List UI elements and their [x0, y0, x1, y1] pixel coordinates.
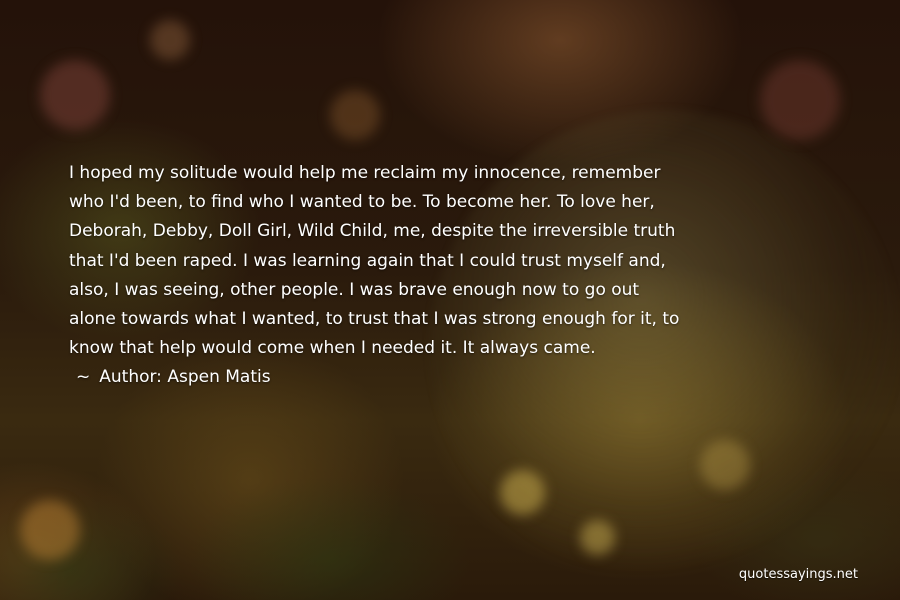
- author-attribution: ~ Author: Aspen Matis: [76, 363, 271, 392]
- bokeh-light: [150, 20, 190, 60]
- quote-card: I hoped my solitude would help me reclai…: [0, 0, 900, 600]
- bokeh-light: [40, 60, 110, 130]
- bokeh-light: [500, 470, 545, 515]
- bokeh-light: [580, 520, 615, 555]
- bokeh-light: [700, 440, 750, 490]
- quote-line: I hoped my solitude would help me reclai…: [69, 163, 661, 183]
- author-name[interactable]: Aspen Matis: [167, 367, 270, 387]
- quote-line: that I'd been raped. I was learning agai…: [69, 250, 666, 271]
- bokeh-light: [20, 500, 80, 560]
- bokeh-light: [760, 60, 840, 140]
- quote-line: alone towards what I wanted, to trust th…: [69, 309, 680, 330]
- author-tilde: ~: [76, 367, 91, 387]
- quote-line: who I'd been, to find who I wanted to be…: [69, 192, 655, 213]
- author-prefix: Author:: [99, 367, 162, 387]
- bokeh-light: [330, 90, 380, 140]
- quote-line: know that help would come when I needed …: [69, 338, 596, 359]
- quote-text: I hoped my solitude would help me reclai…: [69, 159, 869, 363]
- quote-line: Deborah, Debby, Doll Girl, Wild Child, m…: [69, 221, 676, 242]
- site-watermark: quotessayings.net: [738, 567, 858, 582]
- quote-line: also, I was seeing, other people. I was …: [69, 279, 640, 300]
